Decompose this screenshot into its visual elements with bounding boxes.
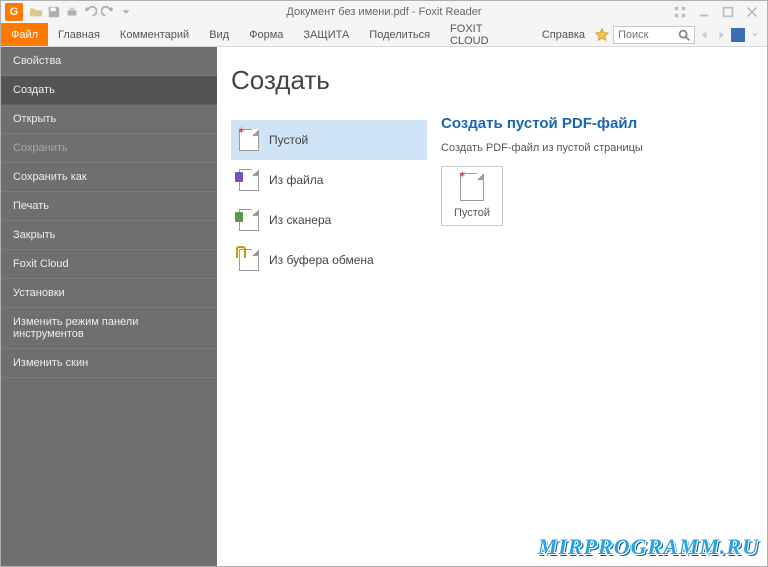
sidebar-item-create[interactable]: Создать bbox=[1, 76, 217, 105]
tab-label: FOXIT CLOUD bbox=[450, 23, 522, 47]
ribbon-right-controls bbox=[595, 23, 767, 46]
window-title: Документ без имени.pdf - Foxit Reader bbox=[286, 6, 481, 18]
create-option-label: Из файла bbox=[269, 173, 323, 187]
tab-protect[interactable]: ЗАЩИТА bbox=[293, 23, 359, 46]
undo-icon[interactable] bbox=[83, 5, 97, 19]
from-scanner-icon bbox=[239, 209, 259, 231]
tab-form[interactable]: Форма bbox=[239, 23, 293, 46]
search-icon[interactable] bbox=[677, 28, 691, 42]
tab-label: Комментарий bbox=[120, 29, 189, 41]
favorite-icon[interactable] bbox=[595, 28, 609, 42]
nav-back-icon[interactable] bbox=[699, 29, 711, 41]
tab-view[interactable]: Вид bbox=[199, 23, 239, 46]
blank-page-icon: ✶ bbox=[239, 129, 259, 151]
sidebar-item-toolbar-mode[interactable]: Изменить режим панели инструментов bbox=[1, 308, 217, 349]
page-heading: Создать bbox=[231, 65, 427, 96]
backstage-sidebar: Свойства Создать Открыть Сохранить Сохра… bbox=[1, 47, 217, 566]
print-icon[interactable] bbox=[65, 5, 79, 19]
redo-icon[interactable] bbox=[101, 5, 115, 19]
tab-label: Файл bbox=[11, 29, 38, 41]
nav-forward-icon[interactable] bbox=[715, 29, 727, 41]
create-options-list: ✶ Пустой Из файла Из сканера Из буфера о… bbox=[231, 120, 427, 280]
sidebar-item-label: Установки bbox=[13, 287, 65, 299]
search-box[interactable] bbox=[613, 26, 695, 44]
tab-home[interactable]: Главная bbox=[48, 23, 110, 46]
tab-label: Поделиться bbox=[369, 29, 430, 41]
sidebar-item-change-skin[interactable]: Изменить скин bbox=[1, 349, 217, 378]
tab-share[interactable]: Поделиться bbox=[359, 23, 440, 46]
tile-label: Пустой bbox=[454, 207, 490, 219]
user-account-icon[interactable] bbox=[731, 28, 745, 42]
detail-description: Создать PDF-файл из пустой страницы bbox=[441, 142, 753, 154]
create-option-label: Пустой bbox=[269, 133, 308, 147]
sidebar-item-label: Сохранить bbox=[13, 142, 68, 154]
sidebar-item-close[interactable]: Закрыть bbox=[1, 221, 217, 250]
create-option-label: Из буфера обмена bbox=[269, 253, 374, 267]
user-dropdown-icon[interactable] bbox=[749, 29, 761, 41]
ribbon-tabs: Файл Главная Комментарий Вид Форма ЗАЩИТ… bbox=[1, 23, 767, 47]
sidebar-item-save: Сохранить bbox=[1, 134, 217, 163]
maximize-icon[interactable] bbox=[721, 5, 735, 19]
quick-access-toolbar bbox=[29, 5, 133, 19]
backstage-content: Создать ✶ Пустой Из файла Из сканера bbox=[217, 47, 767, 566]
tab-label: Вид bbox=[209, 29, 229, 41]
open-icon[interactable] bbox=[29, 5, 43, 19]
app-logo: G bbox=[5, 3, 23, 21]
sidebar-item-foxit-cloud[interactable]: Foxit Cloud bbox=[1, 250, 217, 279]
from-clipboard-icon bbox=[239, 249, 259, 271]
tab-label: ЗАЩИТА bbox=[303, 29, 349, 41]
detail-title: Создать пустой PDF-файл bbox=[441, 115, 753, 132]
sidebar-item-open[interactable]: Открыть bbox=[1, 105, 217, 134]
create-detail-column: Создать пустой PDF-файл Создать PDF-файл… bbox=[427, 47, 767, 566]
tab-help[interactable]: Справка bbox=[532, 23, 595, 46]
tab-label: Главная bbox=[58, 29, 100, 41]
ribbon-options-icon[interactable] bbox=[673, 5, 687, 19]
tab-comment[interactable]: Комментарий bbox=[110, 23, 199, 46]
create-option-from-file[interactable]: Из файла bbox=[231, 160, 427, 200]
tab-label: Форма bbox=[249, 29, 283, 41]
sidebar-item-label: Создать bbox=[13, 84, 55, 96]
create-option-from-scanner[interactable]: Из сканера bbox=[231, 200, 427, 240]
tab-label: Справка bbox=[542, 29, 585, 41]
from-file-icon bbox=[239, 169, 259, 191]
sidebar-item-preferences[interactable]: Установки bbox=[1, 279, 217, 308]
sidebar-item-label: Сохранить как bbox=[13, 171, 87, 183]
system-buttons bbox=[673, 5, 767, 19]
tab-file[interactable]: Файл bbox=[1, 23, 48, 46]
blank-page-icon: ✶ bbox=[460, 173, 484, 201]
backstage-body: Свойства Создать Открыть Сохранить Сохра… bbox=[1, 47, 767, 566]
title-bar: G Документ без имени.pdf - Foxit Reader bbox=[1, 1, 767, 23]
sidebar-item-label: Открыть bbox=[13, 113, 56, 125]
blank-pdf-tile[interactable]: ✶ Пустой bbox=[441, 166, 503, 226]
create-option-from-clipboard[interactable]: Из буфера обмена bbox=[231, 240, 427, 280]
search-input[interactable] bbox=[614, 29, 674, 41]
sidebar-item-label: Закрыть bbox=[13, 229, 55, 241]
sidebar-item-label: Печать bbox=[13, 200, 49, 212]
sidebar-item-label: Свойства bbox=[13, 55, 61, 67]
minimize-icon[interactable] bbox=[697, 5, 711, 19]
tab-foxit-cloud[interactable]: FOXIT CLOUD bbox=[440, 23, 532, 46]
create-option-label: Из сканера bbox=[269, 213, 331, 227]
create-option-blank[interactable]: ✶ Пустой bbox=[231, 120, 427, 160]
sidebar-item-print[interactable]: Печать bbox=[1, 192, 217, 221]
create-options-column: Создать ✶ Пустой Из файла Из сканера bbox=[217, 47, 427, 566]
sidebar-item-label: Изменить режим панели инструментов bbox=[13, 316, 138, 340]
close-icon[interactable] bbox=[745, 5, 759, 19]
sidebar-item-properties[interactable]: Свойства bbox=[1, 47, 217, 76]
qat-dropdown-icon[interactable] bbox=[119, 5, 133, 19]
sidebar-item-label: Изменить скин bbox=[13, 357, 88, 369]
sidebar-item-save-as[interactable]: Сохранить как bbox=[1, 163, 217, 192]
app-window: G Документ без имени.pdf - Foxit Reader … bbox=[0, 0, 768, 567]
sidebar-item-label: Foxit Cloud bbox=[13, 258, 69, 270]
save-icon[interactable] bbox=[47, 5, 61, 19]
